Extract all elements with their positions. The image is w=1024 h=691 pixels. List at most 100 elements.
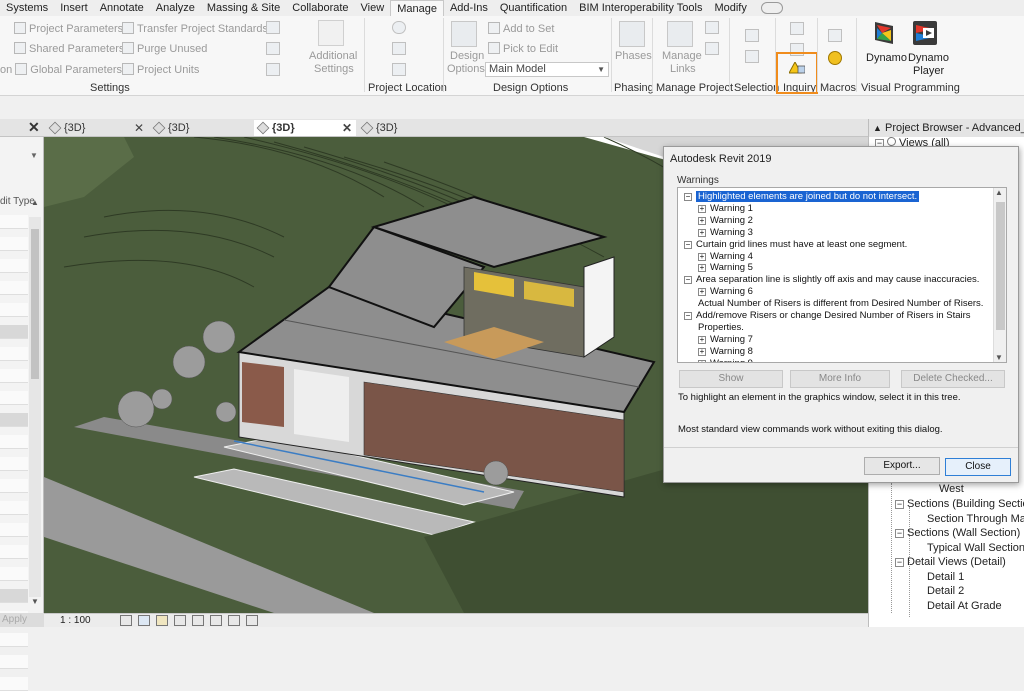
decal-types-icon[interactable] [705,42,719,55]
collapse-icon[interactable]: − [684,276,692,285]
expand-icon[interactable]: + [698,335,706,344]
transfer-standards-button[interactable]: Transfer Project Standards [122,22,268,35]
warning-group[interactable]: − Area separation line is slightly off ax… [684,274,979,285]
lock-view-icon[interactable] [228,615,240,626]
additional-settings-button[interactable]: Additional [309,50,357,62]
close-tab-icon[interactable]: ✕ [342,120,352,136]
scroll-down-icon[interactable]: ▼ [31,597,39,606]
ribbon-tab-insert[interactable]: Insert [54,0,94,16]
ids-icon[interactable] [790,22,804,35]
property-row[interactable] [0,347,28,361]
warnings-tree[interactable]: − Highlighted elements are joined but do … [677,187,1007,363]
view-tab-3d[interactable]: {3D} ✕ [254,120,356,136]
warning-item[interactable]: + Warning 2 [698,215,753,226]
warning-group[interactable]: − Add/remove Risers or change Desired Num… [684,310,971,321]
crop-icon[interactable] [210,615,222,626]
warning-item[interactable]: + Warning 1 [698,203,753,214]
warning-group[interactable]: − Highlighted elements are joined but do … [684,191,920,202]
expand-icon[interactable]: + [698,359,706,362]
ribbon-tab-collaborate[interactable]: Collaborate [286,0,354,16]
expand-icon[interactable]: + [698,228,706,237]
collapse-icon[interactable]: − [684,193,692,201]
warning-item[interactable]: + Warning 4 [698,251,753,262]
sun-path-icon[interactable] [156,615,168,626]
property-row[interactable] [0,523,28,537]
ribbon-tab-view[interactable]: View [355,0,391,16]
tree-detail-2[interactable]: Detail 2 [927,585,964,597]
tree-detail-at-grade[interactable]: Detail At Grade [927,600,1002,612]
property-row[interactable] [0,435,28,449]
warning-item[interactable]: + Warning 3 [698,227,753,238]
property-row[interactable] [0,457,28,471]
scale-selector[interactable]: 1 : 100 [60,615,91,626]
save-selection-icon[interactable] [745,29,759,42]
close-tab-icon[interactable]: ✕ [134,120,144,136]
property-row[interactable] [0,677,28,691]
property-row[interactable] [0,259,28,273]
project-units-button[interactable]: Project Units [122,63,199,76]
phases-button[interactable]: Phases [615,50,652,62]
ribbon-tab-annotate[interactable]: Annotate [94,0,150,16]
tree-section-through-main[interactable]: Section Through Main [927,513,1024,525]
scrollbar-thumb[interactable] [31,229,39,379]
scroll-up-icon[interactable]: ▲ [31,198,39,207]
manage-links-button[interactable]: Manage [662,50,702,62]
warning-item[interactable]: + Warning 7 [698,334,753,345]
property-row[interactable] [0,369,28,383]
project-parameters-button[interactable]: Project Parameters [14,22,123,35]
warning-item[interactable]: + Warning 6 [698,286,753,297]
hide-isolate-icon[interactable] [246,615,258,626]
expand-icon[interactable]: + [698,216,706,225]
view-tab-3d[interactable]: {3D} ✕ [46,120,148,136]
purge-unused-button[interactable]: Purge Unused [122,42,207,55]
tree-detail-1[interactable]: Detail 1 [927,571,964,583]
snaps-icon[interactable] [266,63,280,76]
more-info-button[interactable]: More Info [790,370,890,388]
expand-icon[interactable]: + [698,264,706,273]
dynamo-button[interactable]: Dynamo [866,52,907,64]
property-row[interactable] [0,655,28,669]
design-options-button[interactable]: Design [450,50,484,62]
property-row[interactable] [0,589,28,603]
view-tab-3d[interactable]: {3D} [358,120,460,136]
tree-detail-views[interactable]: − Detail Views (Detail) [895,556,1006,568]
property-row[interactable] [0,567,28,581]
collapse-icon[interactable]: − [684,240,692,249]
starting-view-icon[interactable] [705,21,719,34]
macro-security-icon[interactable] [828,51,842,65]
chevron-down-icon[interactable]: ▼ [30,151,38,160]
property-row[interactable] [0,325,28,339]
pick-to-edit-button[interactable]: Pick to Edit [488,42,558,55]
detail-level-icon[interactable] [120,615,132,626]
expand-icon[interactable]: + [698,347,706,356]
warning-item[interactable]: + Warning 9 [698,358,753,362]
scroll-up-icon[interactable]: ▲ [995,188,1003,197]
ribbon-tab-systems[interactable]: Systems [0,0,54,16]
warning-group[interactable]: Properties. [698,322,744,333]
ribbon-tab-modify[interactable]: Modify [708,0,752,16]
properties-scrollbar[interactable] [29,217,41,597]
ribbon-tab-analyze[interactable]: Analyze [150,0,201,16]
tree-typical-wall-section[interactable]: Typical Wall Section [927,542,1024,554]
warning-group[interactable]: − Curtain grid lines must have at least o… [684,239,907,250]
property-row[interactable] [0,215,28,229]
property-row[interactable] [0,633,28,647]
scroll-down-icon[interactable]: ▼ [995,353,1003,362]
warning-group[interactable]: Actual Number of Risers is different fro… [698,298,983,309]
property-row[interactable] [0,303,28,317]
scrollbar-thumb[interactable] [996,202,1005,330]
expand-icon[interactable]: + [698,288,706,297]
warning-item[interactable]: + Warning 8 [698,346,753,357]
ribbon-tab-bim-interoperability-tools[interactable]: BIM Interoperability Tools [573,0,708,16]
contextual-tab-icon[interactable] [760,2,783,14]
property-row[interactable] [0,237,28,251]
ribbon-tab-add-ins[interactable]: Add-Ins [444,0,494,16]
close-button[interactable]: Close [945,458,1011,476]
ribbon-tab-quantification[interactable]: Quantification [494,0,573,16]
property-row[interactable] [0,545,28,559]
material-icon[interactable] [266,21,280,34]
warnings-scrollbar[interactable]: ▲ ▼ [993,188,1006,362]
show-button[interactable]: Show [679,370,783,388]
collapse-icon[interactable]: − [684,312,692,320]
ribbon-tab-manage[interactable]: Manage [390,0,444,16]
